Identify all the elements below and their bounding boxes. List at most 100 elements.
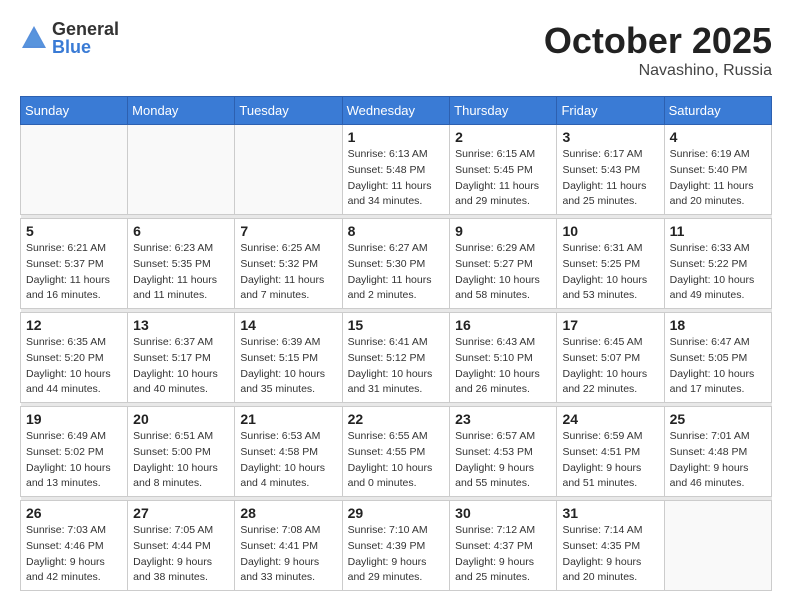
calendar-cell: 8 Sunrise: 6:27 AMSunset: 5:30 PMDaylight… — [342, 219, 450, 309]
calendar-cell: 16Sunrise: 6:43 AMSunset: 5:10 PMDayligh… — [450, 313, 557, 403]
day-info: Sunrise: 7:12 AMSunset: 4:37 PMDaylight:… — [455, 523, 551, 586]
day-number: 26 — [26, 505, 122, 521]
day-number: 9 — [455, 223, 551, 239]
day-info: Sunrise: 6:39 AMSunset: 5:15 PMDaylight:… — [240, 335, 336, 398]
day-number: 2 — [455, 129, 551, 145]
day-number: 30 — [455, 505, 551, 521]
calendar-cell: 5 Sunrise: 6:21 AMSunset: 5:37 PMDaylight… — [21, 219, 128, 309]
month-title: October 2025 — [544, 20, 772, 62]
weekday-header-monday: Monday — [128, 97, 235, 125]
day-number: 20 — [133, 411, 229, 427]
logo-text: General Blue — [52, 20, 119, 56]
page-header: General Blue October 2025 Navashino, Rus… — [20, 20, 772, 80]
day-info: Sunrise: 7:10 AMSunset: 4:39 PMDaylight:… — [348, 523, 445, 586]
day-info: Sunrise: 6:35 AMSunset: 5:20 PMDaylight:… — [26, 335, 122, 398]
day-info: Sunrise: 6:29 AMSunset: 5:27 PMDaylight:… — [455, 241, 551, 304]
calendar-cell: 13 Sunrise: 6:37 AMSunset: 5:17 PMDayligh… — [128, 313, 235, 403]
day-info: Sunrise: 6:25 AMSunset: 5:32 PMDaylight:… — [240, 241, 336, 304]
calendar-cell: 30 Sunrise: 7:12 AMSunset: 4:37 PMDayligh… — [450, 501, 557, 591]
day-number: 10 — [562, 223, 658, 239]
calendar-cell: 20 Sunrise: 6:51 AMSunset: 5:00 PMDayligh… — [128, 407, 235, 497]
day-info: Sunrise: 6:19 AMSunset: 5:40 PMDaylight:… — [670, 147, 766, 210]
calendar-cell: 14Sunrise: 6:39 AMSunset: 5:15 PMDayligh… — [235, 313, 342, 403]
calendar-cell: 29 Sunrise: 7:10 AMSunset: 4:39 PMDayligh… — [342, 501, 450, 591]
calendar-cell: 12 Sunrise: 6:35 AMSunset: 5:20 PMDayligh… — [21, 313, 128, 403]
day-info: Sunrise: 7:05 AMSunset: 4:44 PMDaylight:… — [133, 523, 229, 586]
day-number: 25 — [670, 411, 766, 427]
calendar-cell: 7 Sunrise: 6:25 AMSunset: 5:32 PMDaylight… — [235, 219, 342, 309]
day-info: Sunrise: 6:21 AMSunset: 5:37 PMDaylight:… — [26, 241, 122, 304]
location-subtitle: Navashino, Russia — [544, 62, 772, 80]
day-info: Sunrise: 6:37 AMSunset: 5:17 PMDaylight:… — [133, 335, 229, 398]
weekday-header-thursday: Thursday — [450, 97, 557, 125]
weekday-header-saturday: Saturday — [664, 97, 771, 125]
day-number: 21 — [240, 411, 336, 427]
day-number: 12 — [26, 317, 122, 333]
calendar-cell: 23 Sunrise: 6:57 AMSunset: 4:53 PMDayligh… — [450, 407, 557, 497]
week-row-1: 1Sunrise: 6:13 AMSunset: 5:48 PMDaylight… — [21, 125, 772, 215]
day-info: Sunrise: 6:31 AMSunset: 5:25 PMDaylight:… — [562, 241, 658, 304]
day-number: 7 — [240, 223, 336, 239]
day-number: 18 — [670, 317, 766, 333]
logo: General Blue — [20, 20, 119, 56]
calendar-cell: 27Sunrise: 7:05 AMSunset: 4:44 PMDayligh… — [128, 501, 235, 591]
day-info: Sunrise: 6:23 AMSunset: 5:35 PMDaylight:… — [133, 241, 229, 304]
day-number: 1 — [348, 129, 445, 145]
day-number: 17 — [562, 317, 658, 333]
day-number: 24 — [562, 411, 658, 427]
weekday-header-friday: Friday — [557, 97, 664, 125]
day-number: 4 — [670, 129, 766, 145]
day-number: 5 — [26, 223, 122, 239]
day-info: Sunrise: 6:15 AMSunset: 5:45 PMDaylight:… — [455, 147, 551, 210]
calendar-cell: 28 Sunrise: 7:08 AMSunset: 4:41 PMDayligh… — [235, 501, 342, 591]
day-info: Sunrise: 6:17 AMSunset: 5:43 PMDaylight:… — [562, 147, 658, 210]
weekday-header-tuesday: Tuesday — [235, 97, 342, 125]
day-number: 29 — [348, 505, 445, 521]
week-row-5: 26 Sunrise: 7:03 AMSunset: 4:46 PMDayligh… — [21, 501, 772, 591]
calendar-header-row: SundayMondayTuesdayWednesdayThursdayFrid… — [21, 97, 772, 125]
calendar-cell — [128, 125, 235, 215]
day-info: Sunrise: 6:41 AMSunset: 5:12 PMDaylight:… — [348, 335, 445, 398]
day-info: Sunrise: 7:01 AMSunset: 4:48 PMDaylight:… — [670, 429, 766, 492]
day-info: Sunrise: 6:53 AMSunset: 4:58 PMDaylight:… — [240, 429, 336, 492]
day-info: Sunrise: 6:49 AMSunset: 5:02 PMDaylight:… — [26, 429, 122, 492]
day-info: Sunrise: 6:57 AMSunset: 4:53 PMDaylight:… — [455, 429, 551, 492]
weekday-header-sunday: Sunday — [21, 97, 128, 125]
day-number: 6 — [133, 223, 229, 239]
calendar-cell: 19Sunrise: 6:49 AMSunset: 5:02 PMDayligh… — [21, 407, 128, 497]
week-row-4: 19Sunrise: 6:49 AMSunset: 5:02 PMDayligh… — [21, 407, 772, 497]
day-number: 22 — [348, 411, 445, 427]
day-number: 8 — [348, 223, 445, 239]
calendar-cell — [21, 125, 128, 215]
logo-icon — [20, 24, 48, 52]
calendar-cell: 9 Sunrise: 6:29 AMSunset: 5:27 PMDaylight… — [450, 219, 557, 309]
calendar-cell: 26 Sunrise: 7:03 AMSunset: 4:46 PMDayligh… — [21, 501, 128, 591]
week-row-3: 12 Sunrise: 6:35 AMSunset: 5:20 PMDayligh… — [21, 313, 772, 403]
logo-general-text: General — [52, 20, 119, 38]
day-number: 11 — [670, 223, 766, 239]
day-number: 23 — [455, 411, 551, 427]
day-number: 3 — [562, 129, 658, 145]
calendar-cell: 24Sunrise: 6:59 AMSunset: 4:51 PMDayligh… — [557, 407, 664, 497]
day-info: Sunrise: 6:43 AMSunset: 5:10 PMDaylight:… — [455, 335, 551, 398]
day-info: Sunrise: 7:14 AMSunset: 4:35 PMDaylight:… — [562, 523, 658, 586]
day-number: 15 — [348, 317, 445, 333]
calendar-cell: 22 Sunrise: 6:55 AMSunset: 4:55 PMDayligh… — [342, 407, 450, 497]
calendar-cell: 15 Sunrise: 6:41 AMSunset: 5:12 PMDayligh… — [342, 313, 450, 403]
calendar-cell — [235, 125, 342, 215]
calendar-cell: 11 Sunrise: 6:33 AMSunset: 5:22 PMDayligh… — [664, 219, 771, 309]
day-number: 31 — [562, 505, 658, 521]
day-info: Sunrise: 6:33 AMSunset: 5:22 PMDaylight:… — [670, 241, 766, 304]
day-info: Sunrise: 6:27 AMSunset: 5:30 PMDaylight:… — [348, 241, 445, 304]
calendar-cell: 2 Sunrise: 6:15 AMSunset: 5:45 PMDaylight… — [450, 125, 557, 215]
day-info: Sunrise: 6:51 AMSunset: 5:00 PMDaylight:… — [133, 429, 229, 492]
calendar-cell: 21 Sunrise: 6:53 AMSunset: 4:58 PMDayligh… — [235, 407, 342, 497]
weekday-header-wednesday: Wednesday — [342, 97, 450, 125]
day-info: Sunrise: 6:55 AMSunset: 4:55 PMDaylight:… — [348, 429, 445, 492]
day-info: Sunrise: 7:08 AMSunset: 4:41 PMDaylight:… — [240, 523, 336, 586]
day-number: 28 — [240, 505, 336, 521]
day-info: Sunrise: 7:03 AMSunset: 4:46 PMDaylight:… — [26, 523, 122, 586]
calendar-cell: 1Sunrise: 6:13 AMSunset: 5:48 PMDaylight… — [342, 125, 450, 215]
calendar-table: SundayMondayTuesdayWednesdayThursdayFrid… — [20, 96, 772, 591]
day-number: 13 — [133, 317, 229, 333]
